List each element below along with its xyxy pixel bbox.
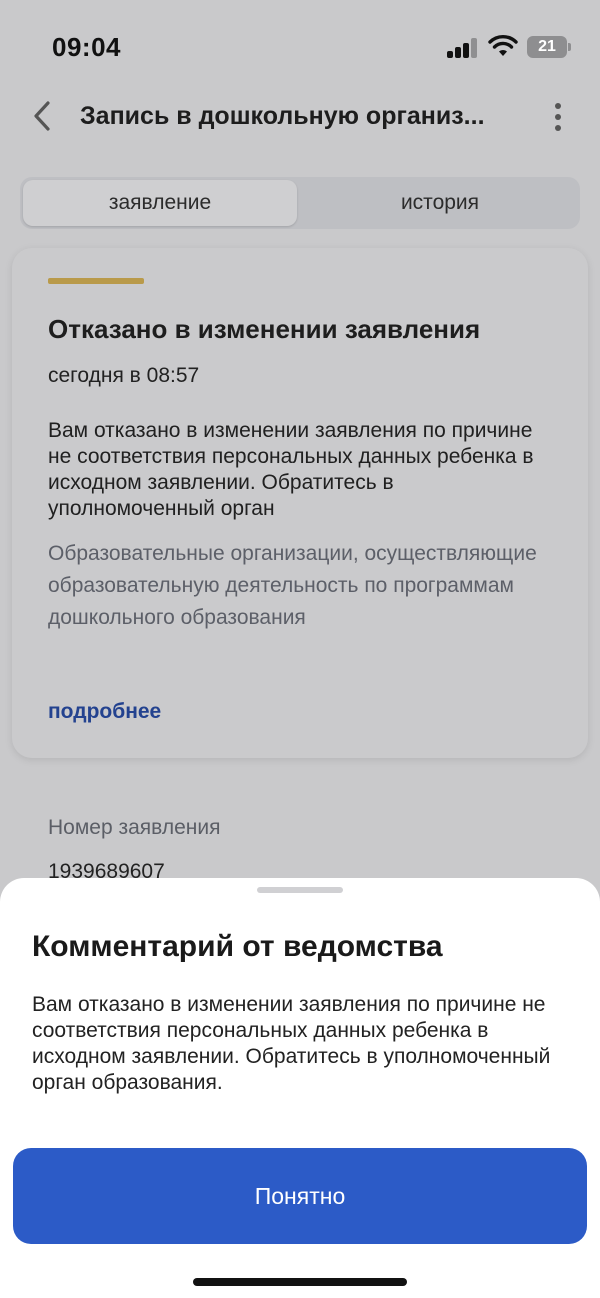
status-accent-bar <box>48 278 144 284</box>
cellular-signal-icon <box>447 38 479 58</box>
tab-history[interactable]: история <box>303 180 577 226</box>
bottom-sheet: Комментарий от ведомства Вам отказано в … <box>0 878 600 1298</box>
battery-nub <box>568 43 571 51</box>
status-time-label: сегодня в 08:57 <box>48 364 200 387</box>
more-vertical-icon[interactable] <box>548 100 568 134</box>
status-message: Вам отказано в изменении заявления по пр… <box>48 419 534 520</box>
page-title: Запись в дошкольную организ... <box>80 102 485 130</box>
segmented-tabs: заявление история <box>20 177 580 229</box>
battery-icon: 21 <box>527 36 567 58</box>
sheet-drag-handle[interactable] <box>257 887 343 893</box>
status-title: Отказано в изменении заявления <box>48 314 481 344</box>
tab-application[interactable]: заявление <box>23 180 297 226</box>
organization-name: Образовательные организации, осуществляю… <box>48 542 537 629</box>
wifi-icon <box>488 35 518 56</box>
sheet-message: Вам отказано в изменении заявления по пр… <box>32 993 551 1094</box>
application-number-label: Номер заявления <box>48 816 221 839</box>
app-header: Запись в дошкольную организ... <box>0 92 600 140</box>
ok-button[interactable]: Понятно <box>13 1148 587 1244</box>
home-indicator <box>193 1278 407 1286</box>
status-time: 09:04 <box>52 32 121 62</box>
more-details-link[interactable]: подробнее <box>48 700 161 724</box>
status-bar: 09:04 21 <box>0 0 600 92</box>
sheet-title: Комментарий от ведомства <box>32 930 443 963</box>
status-card: Отказано в изменении заявления сегодня в… <box>12 248 588 758</box>
chevron-left-icon[interactable] <box>30 98 54 134</box>
battery-level: 21 <box>538 38 556 55</box>
